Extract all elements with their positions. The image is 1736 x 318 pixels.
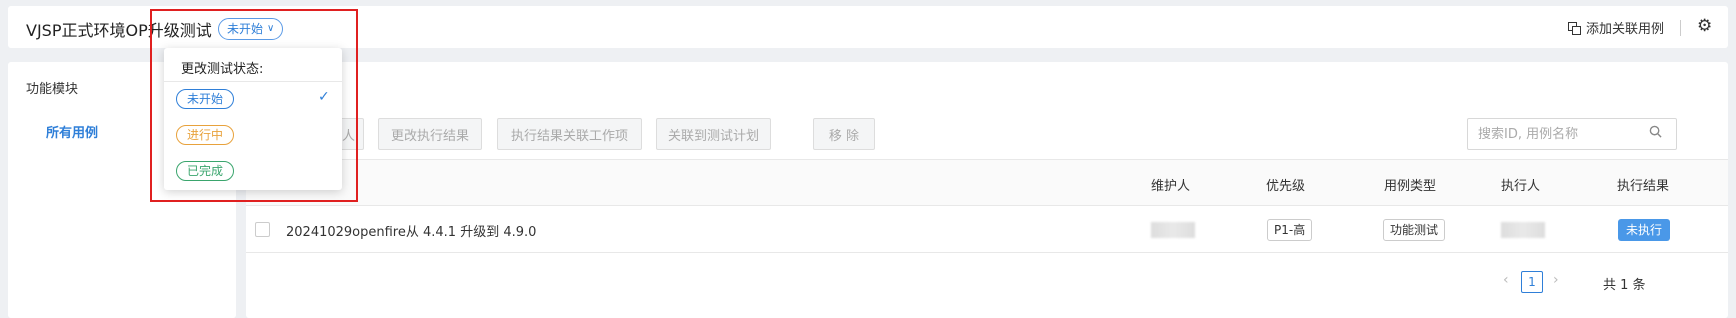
priority-tag: P1-高 bbox=[1267, 219, 1313, 241]
pagination-total: 共 1 条 bbox=[1603, 278, 1646, 293]
page-number-button[interactable]: 1 bbox=[1521, 271, 1543, 293]
link-test-plan-button[interactable]: 关联到测试计划 bbox=[656, 118, 771, 150]
sidebar-title: 功能模块 bbox=[26, 82, 79, 97]
change-result-button[interactable]: 更改执行结果 bbox=[378, 118, 482, 150]
prev-page-icon[interactable]: ‹ bbox=[1503, 272, 1509, 288]
sidebar-item-all-cases[interactable]: 所有用例 bbox=[46, 122, 98, 141]
case-type-tag: 功能测试 bbox=[1383, 219, 1446, 241]
search-input[interactable] bbox=[1467, 118, 1677, 150]
add-related-case-label: 添加关联用例 bbox=[1586, 22, 1665, 37]
row-checkbox[interactable] bbox=[255, 222, 270, 237]
case-name[interactable]: 20241029openfire从 4.4.1 升级到 4.9.0 bbox=[286, 221, 536, 240]
column-header-result[interactable]: 执行结果 bbox=[1617, 175, 1669, 194]
table-header: 维护人 优先级 用例类型 执行人 执行结果 bbox=[246, 160, 1728, 206]
next-page-icon[interactable]: › bbox=[1553, 272, 1559, 288]
header-divider bbox=[1680, 20, 1681, 36]
column-header-priority[interactable]: 优先级 bbox=[1266, 175, 1305, 194]
maintainer-redacted bbox=[1151, 222, 1195, 238]
highlight-box bbox=[150, 9, 358, 202]
link-icon bbox=[1568, 21, 1581, 35]
column-header-case-type[interactable]: 用例类型 bbox=[1384, 175, 1436, 194]
case-list-panel: 人 更改执行结果 执行结果关联工作项 关联到测试计划 移 除 维护人 优先级 用… bbox=[246, 62, 1728, 318]
link-work-item-button[interactable]: 执行结果关联工作项 bbox=[497, 118, 642, 150]
column-header-executor[interactable]: 执行人 bbox=[1501, 175, 1540, 194]
result-badge[interactable]: 未执行 bbox=[1618, 219, 1671, 241]
executor-redacted bbox=[1501, 222, 1545, 238]
table-row[interactable]: 20241029openfire从 4.4.1 升级到 4.9.0 P1-高 功… bbox=[246, 207, 1728, 253]
column-header-maintainer[interactable]: 维护人 bbox=[1151, 175, 1190, 194]
add-related-case-button[interactable]: 添加关联用例 bbox=[1568, 18, 1664, 37]
gear-icon[interactable]: ⚙ bbox=[1697, 16, 1712, 36]
remove-button[interactable]: 移 除 bbox=[813, 118, 875, 150]
search-icon[interactable] bbox=[1649, 125, 1662, 138]
